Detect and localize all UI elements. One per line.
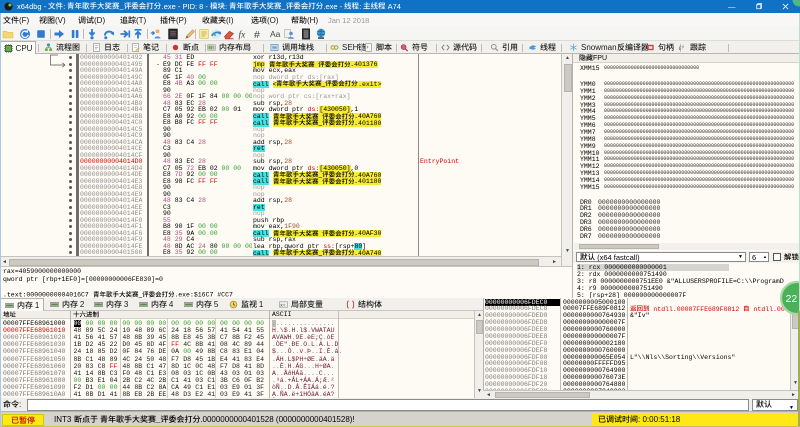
svg-text:x=: x= bbox=[280, 303, 286, 308]
svg-text:#: # bbox=[254, 29, 260, 40]
svg-text:22: 22 bbox=[786, 293, 798, 305]
svg-text:Aa: Aa bbox=[270, 29, 281, 39]
svg-text:ε: ε bbox=[678, 44, 681, 52]
svg-text:y: y bbox=[682, 43, 684, 48]
svg-text:fx: fx bbox=[239, 30, 247, 41]
